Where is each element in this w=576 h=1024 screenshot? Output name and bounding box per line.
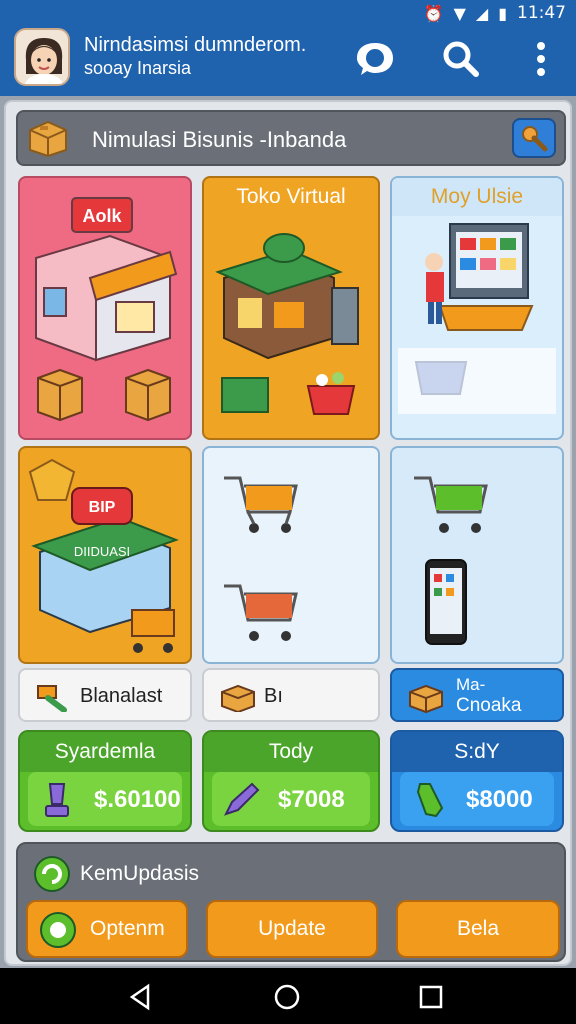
refresh-icon — [34, 856, 70, 892]
shopping-carts-icon — [224, 476, 298, 641]
optenm-label: Optenm — [90, 917, 165, 940]
optenm-button[interactable]: Optenm — [26, 900, 188, 958]
signal-icon: ◢ — [475, 3, 489, 23]
store-badge-text: BIP — [89, 499, 116, 516]
money-value: $7008 — [278, 786, 345, 813]
store-sign-text: DIIDUASI — [74, 544, 130, 559]
money-card-title: Tody — [204, 732, 378, 772]
back-icon[interactable] — [126, 982, 156, 1012]
open-box-icon — [221, 684, 255, 712]
shop-building-icon: Aolk — [35, 197, 178, 422]
shopping-cart-icon — [224, 476, 298, 533]
money-card-syardemla[interactable]: Syardemla $.60100 — [18, 730, 192, 832]
box-icon — [29, 120, 67, 158]
crate-icon — [221, 377, 269, 413]
record-icon — [40, 912, 76, 948]
tile-franchise-store[interactable]: BIP DIIDUASI — [18, 446, 192, 664]
trophy-icon — [45, 783, 69, 817]
wifi-icon: ▼ — [453, 3, 466, 23]
status-icons: ⏰ ▼ ◢ ▮ 11:47 — [424, 3, 566, 23]
tile-shopping-carts[interactable] — [202, 446, 380, 664]
recents-icon[interactable] — [416, 982, 446, 1012]
money-card-title: Syardemla — [20, 732, 190, 772]
mobile-shopping-icon — [414, 476, 488, 645]
blanalast-button[interactable]: Blanalast — [18, 668, 192, 722]
header-title: Nirndasimsi dumnderom. — [84, 34, 307, 56]
shopping-cart-icon — [414, 476, 488, 533]
status-time: 11:47 — [517, 3, 566, 23]
bela-label: Bela — [456, 917, 500, 940]
bela-button[interactable]: Bela — [396, 900, 560, 958]
money-card-tody[interactable]: Tody $7008 — [202, 730, 380, 832]
panel-titlebar: Nimulasi Bisunis -Inbanda — [16, 110, 566, 166]
cardboard-box-icon — [125, 368, 171, 422]
money-value: $8000 — [466, 786, 533, 813]
home-icon[interactable] — [272, 982, 302, 1012]
chat-button[interactable] — [352, 36, 398, 82]
tools-button[interactable] — [512, 118, 556, 158]
chat-bubble-icon — [357, 43, 393, 75]
ma-label: Ma- — [456, 675, 486, 694]
update-button[interactable]: Update — [206, 900, 378, 958]
bi-button[interactable]: Bı — [202, 668, 380, 722]
hammer-icon — [37, 685, 67, 712]
status-bar: ⏰ ▼ ◢ ▮ 11:47 — [0, 0, 576, 26]
cardboard-box-icon — [37, 368, 83, 422]
avatar[interactable] — [14, 28, 70, 86]
computer-shopper-icon — [398, 223, 556, 414]
ma-cnoaka-button[interactable]: Ma- Cnoaka — [390, 668, 564, 722]
alarm-icon: ⏰ — [423, 3, 444, 23]
boxes-icon — [409, 684, 443, 714]
tile-physical-shop[interactable]: Aolk — [18, 176, 192, 440]
blanalast-label: Blanalast — [80, 685, 163, 707]
shopping-cart-icon — [131, 609, 175, 653]
navigation-bar — [0, 968, 576, 1024]
money-card-body: $8000 — [400, 772, 554, 826]
header-subtitle: sooay Inarsia — [84, 58, 192, 78]
tile-toko-virtual[interactable]: Toko Virtual — [202, 176, 380, 440]
shopping-cart-icon — [224, 584, 298, 641]
update-title: KemUpdasis — [80, 862, 200, 885]
tile-toko-virtual-title: Toko Virtual — [236, 185, 346, 208]
money-value: $.60100 — [94, 786, 181, 813]
app-header: Nirndasimsi dumnderom. sooay Inarsia — [0, 26, 576, 96]
shop-sign-text: Aolk — [82, 206, 122, 226]
money-card-sdy[interactable]: S:dY $8000 — [390, 730, 564, 832]
smartphone-icon — [425, 559, 467, 645]
money-card-title: S:dY — [392, 732, 562, 772]
storefront-icon: BIP DIIDUASI — [28, 458, 179, 653]
tile-online-store[interactable]: Moy Ulsie — [390, 176, 564, 440]
more-options-button[interactable] — [518, 36, 564, 82]
bi-label: Bı — [264, 685, 283, 707]
market-stall-icon — [215, 233, 359, 415]
money-card-body: $.60100 — [28, 772, 182, 826]
panel-title: Nimulasi Bisunis -Inbanda — [92, 127, 347, 152]
update-label: Update — [258, 917, 326, 940]
cnoaka-label: Cnoaka — [456, 695, 522, 716]
search-button[interactable] — [438, 36, 484, 82]
search-icon — [443, 41, 479, 77]
tile-mobile-shopping[interactable] — [390, 446, 564, 664]
bottle-icon — [416, 783, 444, 818]
main-panel: Nimulasi Bisunis -Inbanda Aolk Toko Virt… — [4, 100, 572, 966]
battery-icon: ▮ — [498, 3, 507, 23]
money-card-body: $7008 — [212, 772, 370, 826]
update-panel: KemUpdasis Optenm Update Bela — [16, 842, 566, 962]
more-vert-icon — [537, 42, 545, 76]
pencil-icon — [224, 782, 260, 816]
wrench-icon — [522, 126, 548, 152]
tile-online-store-title: Moy Ulsie — [392, 178, 562, 216]
basket-icon — [306, 372, 356, 415]
